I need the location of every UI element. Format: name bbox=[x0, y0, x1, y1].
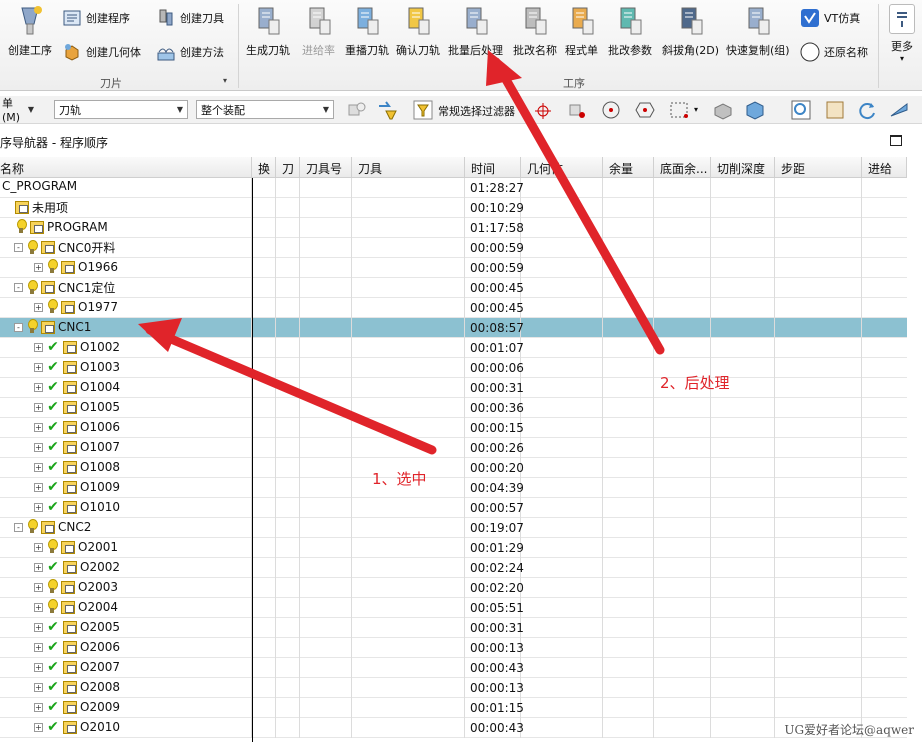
arrow-to-cnc1 bbox=[145, 325, 437, 455]
arrow-head-batch-post bbox=[486, 50, 522, 86]
annotation-step1: 1、选中 bbox=[372, 470, 427, 488]
arrow-head-cnc1 bbox=[138, 318, 182, 352]
annotation-step2: 2、后处理 bbox=[660, 374, 730, 392]
annotation-arrows bbox=[138, 50, 665, 455]
arrow-to-batch-post bbox=[491, 57, 665, 355]
watermark: UG爱好者论坛@aqwer bbox=[784, 723, 914, 737]
